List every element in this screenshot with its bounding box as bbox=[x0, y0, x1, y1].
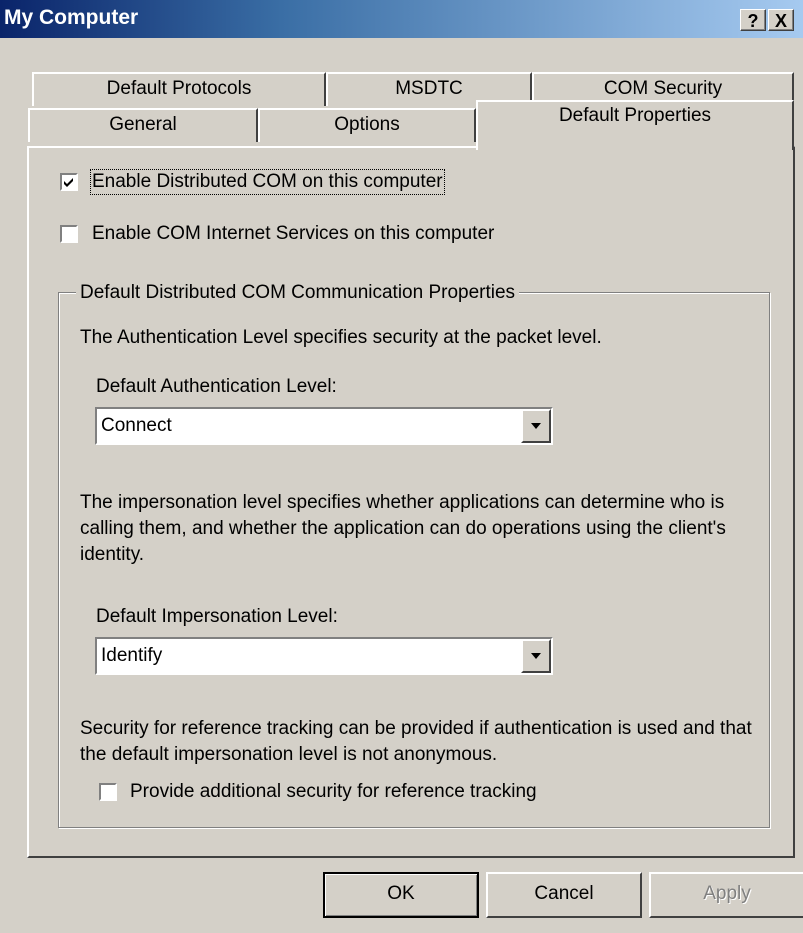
impersonation-level-dropdown-button[interactable] bbox=[521, 639, 551, 673]
enable-cis-checkbox[interactable] bbox=[60, 225, 78, 243]
enable-dcom-label[interactable]: Enable Distributed COM on this computer bbox=[90, 169, 445, 195]
reference-tracking-label[interactable]: Provide additional security for referenc… bbox=[130, 781, 537, 803]
tab-default-properties[interactable]: Default Properties bbox=[476, 100, 794, 150]
reference-tracking-checkbox[interactable] bbox=[99, 783, 117, 801]
impersonation-level-label: Default Impersonation Level: bbox=[96, 606, 338, 627]
impersonation-level-select[interactable]: Identify bbox=[95, 637, 553, 675]
auth-level-select[interactable]: Connect bbox=[95, 407, 553, 445]
title-bar: My Computer ? X bbox=[0, 0, 803, 38]
help-button[interactable]: ? bbox=[740, 9, 766, 31]
window-title: My Computer bbox=[4, 6, 139, 29]
enable-cis-label[interactable]: Enable COM Internet Services on this com… bbox=[92, 223, 494, 245]
close-button[interactable]: X bbox=[768, 9, 794, 31]
tab-options[interactable]: Options bbox=[258, 108, 476, 142]
auth-level-dropdown-button[interactable] bbox=[521, 409, 551, 443]
tab-default-protocols[interactable]: Default Protocols bbox=[32, 72, 326, 106]
group-title: Default Distributed COM Communication Pr… bbox=[76, 282, 520, 304]
apply-button[interactable]: Apply bbox=[649, 872, 803, 918]
impersonation-level-value: Identify bbox=[101, 645, 163, 666]
tab-general[interactable]: General bbox=[28, 108, 258, 142]
cancel-button[interactable]: Cancel bbox=[486, 872, 642, 918]
reference-tracking-description: Security for reference tracking can be p… bbox=[80, 718, 752, 765]
chevron-down-icon bbox=[531, 653, 541, 659]
auth-level-label: Default Authentication Level: bbox=[96, 376, 337, 397]
auth-level-value: Connect bbox=[101, 415, 172, 436]
impersonation-description: The impersonation level specifies whethe… bbox=[80, 492, 726, 565]
ok-button[interactable]: OK bbox=[323, 872, 479, 918]
chevron-down-icon bbox=[531, 423, 541, 429]
auth-description: The Authentication Level specifies secur… bbox=[80, 327, 602, 348]
checkmark-icon bbox=[64, 178, 73, 187]
enable-dcom-checkbox[interactable] bbox=[60, 173, 78, 191]
